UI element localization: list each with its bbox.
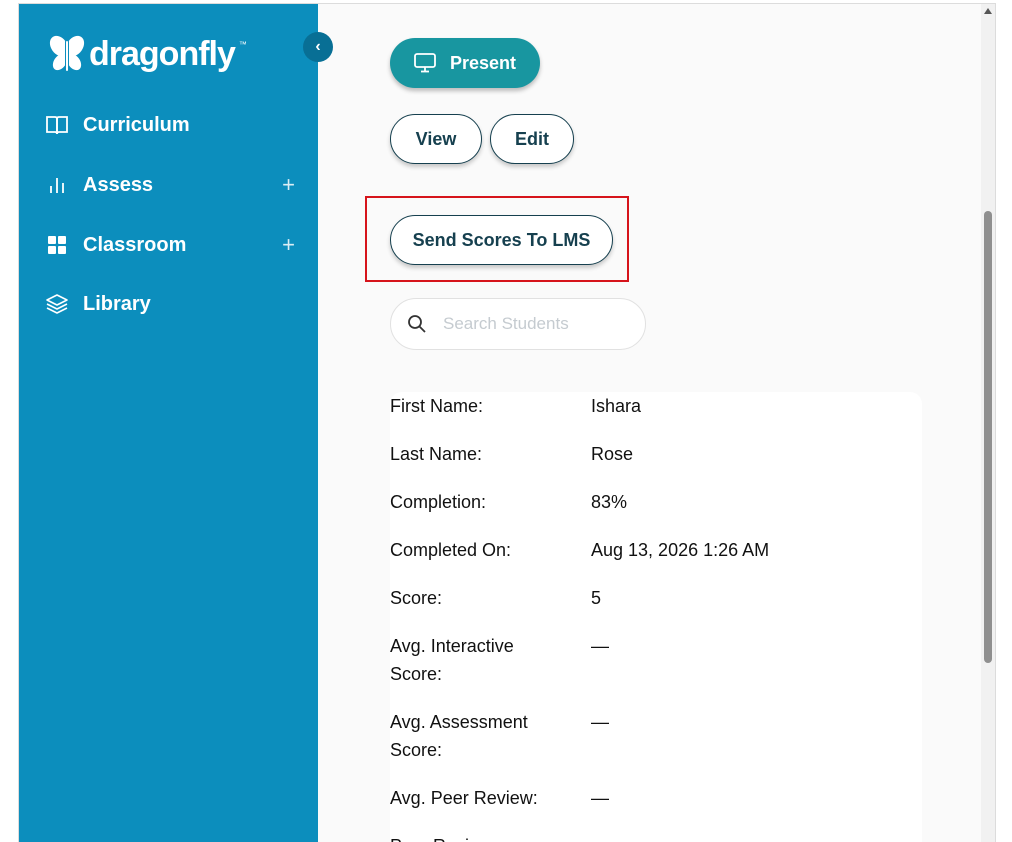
dragonfly-logo-icon: [49, 35, 85, 72]
brand-logo[interactable]: dragonfly ™: [49, 34, 247, 74]
brand-name: dragonfly: [89, 34, 236, 73]
detail-value: —: [591, 788, 609, 808]
monitor-icon: [414, 53, 436, 73]
book-icon: [45, 113, 69, 137]
edit-label: Edit: [515, 128, 549, 149]
detail-label: Completion:: [390, 492, 487, 512]
detail-label: First Name:: [390, 396, 484, 416]
detail-label: Avg. Peer Review:: [390, 788, 538, 808]
detail-label: Avg. Assessment Score:: [390, 712, 528, 760]
search-icon: [408, 315, 426, 333]
send-scores-to-lms-button[interactable]: Send Scores To LMS: [390, 215, 613, 265]
detail-label: Score:: [390, 588, 443, 608]
scroll-up-arrow-icon[interactable]: [984, 8, 992, 14]
chevron-left-icon: ‹: [315, 38, 321, 55]
sidebar-item-curriculum[interactable]: Curriculum: [45, 110, 295, 140]
sidebar-item-label: Assess: [83, 173, 154, 196]
search-input[interactable]: [441, 313, 615, 335]
present-label: Present: [449, 52, 517, 73]
detail-value: Ishara: [591, 396, 642, 416]
detail-value: —: [591, 712, 609, 732]
detail-value: Aug 13, 2026 1:26 AM: [591, 540, 770, 560]
sidebar-item-label: Classroom: [83, 233, 187, 256]
search-students-box[interactable]: [390, 298, 646, 350]
collapse-sidebar-button[interactable]: ‹: [303, 32, 333, 62]
sidebar-item-library[interactable]: Library: [45, 289, 295, 319]
student-detail-card: First Name: Ishara Last Name: Rose Compl…: [390, 392, 922, 842]
view-label: View: [415, 128, 457, 149]
vertical-scrollbar[interactable]: [981, 4, 995, 842]
detail-value: 83%: [591, 492, 628, 512]
scrollbar-thumb[interactable]: [984, 211, 992, 663]
detail-value: Rose: [591, 444, 634, 464]
sidebar-item-label: Curriculum: [83, 113, 190, 136]
edit-button[interactable]: Edit: [490, 114, 574, 164]
detail-label: Peer Review: [390, 832, 570, 842]
bar-chart-icon: [45, 173, 69, 197]
detail-label: Last Name:: [390, 444, 483, 464]
detail-value: —: [591, 636, 609, 656]
sidebar-item-label: Library: [83, 292, 151, 315]
sidebar-item-assess[interactable]: Assess +: [45, 170, 295, 200]
grid-icon: [45, 233, 69, 257]
detail-value: —: [591, 832, 911, 842]
detail-value: 5: [591, 588, 602, 608]
expand-plus-icon[interactable]: +: [282, 172, 295, 198]
main-content: Present View Edit Send Scores To LMS Fir…: [319, 4, 981, 842]
sidebar-item-classroom[interactable]: Classroom +: [45, 230, 295, 260]
detail-label: Avg. Interactive Score:: [390, 636, 514, 684]
send-scores-label: Send Scores To LMS: [412, 229, 591, 250]
expand-plus-icon[interactable]: +: [282, 232, 295, 258]
brand-trademark: ™: [238, 40, 247, 49]
detail-label: Completed On:: [390, 540, 512, 560]
layers-icon: [45, 292, 69, 316]
sidebar: dragonfly ™ Curriculum Assess + Classroo…: [19, 4, 318, 842]
present-button[interactable]: Present: [390, 38, 540, 88]
view-button[interactable]: View: [390, 114, 482, 164]
app-window: dragonfly ™ Curriculum Assess + Classroo…: [18, 3, 996, 842]
